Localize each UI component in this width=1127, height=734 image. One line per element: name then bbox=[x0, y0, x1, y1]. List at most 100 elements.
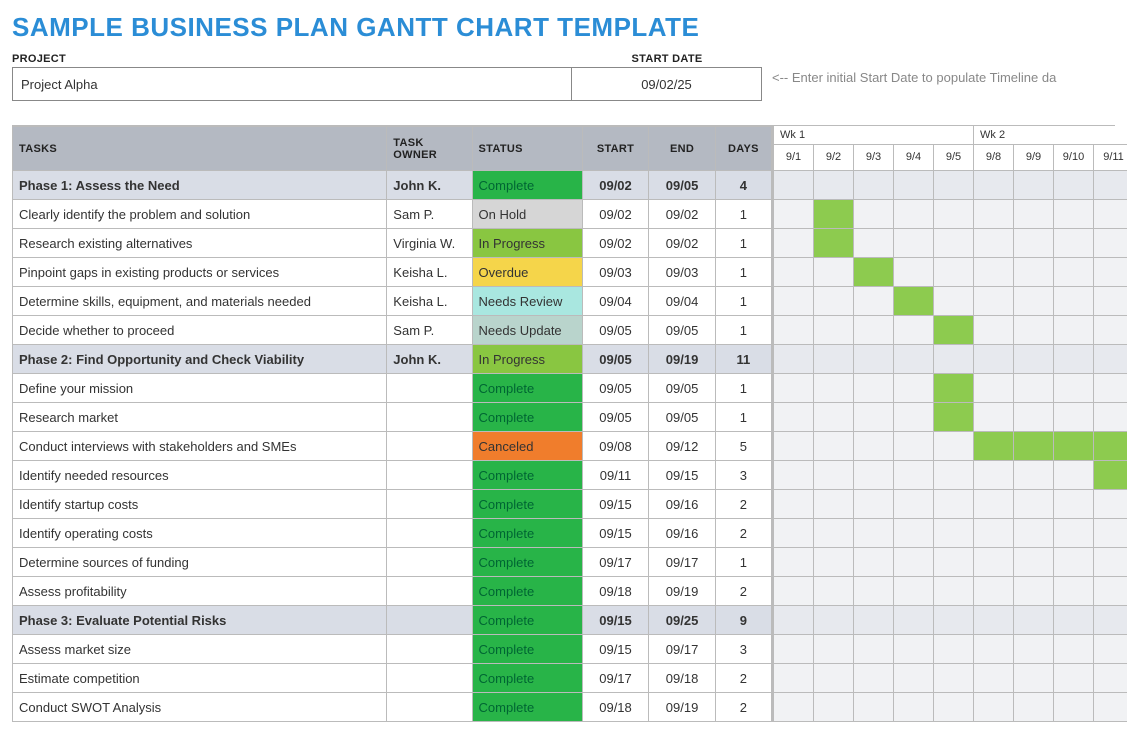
task-owner-cell[interactable] bbox=[387, 664, 472, 693]
task-start-cell[interactable]: 09/18 bbox=[582, 693, 649, 722]
task-row[interactable]: Determine sources of fundingComplete09/1… bbox=[13, 548, 772, 577]
task-end-cell[interactable]: 09/05 bbox=[649, 171, 716, 200]
phase-row[interactable]: Phase 3: Evaluate Potential RisksComplet… bbox=[13, 606, 772, 635]
task-name-cell[interactable]: Decide whether to proceed bbox=[13, 316, 387, 345]
task-row[interactable]: Determine skills, equipment, and materia… bbox=[13, 287, 772, 316]
task-status-cell[interactable]: Complete bbox=[472, 635, 582, 664]
task-owner-cell[interactable] bbox=[387, 519, 472, 548]
task-start-cell[interactable]: 09/03 bbox=[582, 258, 649, 287]
task-status-cell[interactable]: Complete bbox=[472, 461, 582, 490]
task-status-cell[interactable]: Complete bbox=[472, 548, 582, 577]
task-name-cell[interactable]: Pinpoint gaps in existing products or se… bbox=[13, 258, 387, 287]
task-status-cell[interactable]: Complete bbox=[472, 519, 582, 548]
task-row[interactable]: Research marketComplete09/0509/051 bbox=[13, 403, 772, 432]
task-owner-cell[interactable] bbox=[387, 461, 472, 490]
task-end-cell[interactable]: 09/05 bbox=[649, 374, 716, 403]
task-status-cell[interactable]: Complete bbox=[472, 693, 582, 722]
task-start-cell[interactable]: 09/02 bbox=[582, 171, 649, 200]
task-name-cell[interactable]: Conduct interviews with stakeholders and… bbox=[13, 432, 387, 461]
task-end-cell[interactable]: 09/19 bbox=[649, 345, 716, 374]
task-status-cell[interactable]: Complete bbox=[472, 606, 582, 635]
task-start-cell[interactable]: 09/08 bbox=[582, 432, 649, 461]
task-end-cell[interactable]: 09/12 bbox=[649, 432, 716, 461]
task-owner-cell[interactable] bbox=[387, 548, 472, 577]
task-owner-cell[interactable] bbox=[387, 635, 472, 664]
task-name-cell[interactable]: Estimate competition bbox=[13, 664, 387, 693]
task-owner-cell[interactable] bbox=[387, 577, 472, 606]
task-row[interactable]: Assess market sizeComplete09/1509/173 bbox=[13, 635, 772, 664]
task-start-cell[interactable]: 09/05 bbox=[582, 403, 649, 432]
task-owner-cell[interactable] bbox=[387, 490, 472, 519]
task-status-cell[interactable]: Needs Review bbox=[472, 287, 582, 316]
startdate-cell[interactable]: 09/02/25 bbox=[572, 67, 762, 101]
task-days-cell[interactable]: 4 bbox=[715, 171, 771, 200]
task-start-cell[interactable]: 09/04 bbox=[582, 287, 649, 316]
task-owner-cell[interactable] bbox=[387, 606, 472, 635]
task-name-cell[interactable]: Determine sources of funding bbox=[13, 548, 387, 577]
task-end-cell[interactable]: 09/17 bbox=[649, 635, 716, 664]
task-end-cell[interactable]: 09/02 bbox=[649, 200, 716, 229]
task-days-cell[interactable]: 5 bbox=[715, 432, 771, 461]
task-status-cell[interactable]: On Hold bbox=[472, 200, 582, 229]
task-start-cell[interactable]: 09/02 bbox=[582, 229, 649, 258]
task-end-cell[interactable]: 09/25 bbox=[649, 606, 716, 635]
task-days-cell[interactable]: 1 bbox=[715, 258, 771, 287]
task-name-cell[interactable]: Assess profitability bbox=[13, 577, 387, 606]
task-status-cell[interactable]: Canceled bbox=[472, 432, 582, 461]
task-start-cell[interactable]: 09/17 bbox=[582, 664, 649, 693]
task-days-cell[interactable]: 3 bbox=[715, 635, 771, 664]
task-row[interactable]: Pinpoint gaps in existing products or se… bbox=[13, 258, 772, 287]
task-status-cell[interactable]: Complete bbox=[472, 171, 582, 200]
task-days-cell[interactable]: 3 bbox=[715, 461, 771, 490]
task-owner-cell[interactable]: Sam P. bbox=[387, 200, 472, 229]
task-name-cell[interactable]: Identify needed resources bbox=[13, 461, 387, 490]
task-row[interactable]: Estimate competitionComplete09/1709/182 bbox=[13, 664, 772, 693]
task-owner-cell[interactable] bbox=[387, 432, 472, 461]
task-row[interactable]: Clearly identify the problem and solutio… bbox=[13, 200, 772, 229]
task-start-cell[interactable]: 09/18 bbox=[582, 577, 649, 606]
task-owner-cell[interactable]: Virginia W. bbox=[387, 229, 472, 258]
task-days-cell[interactable]: 1 bbox=[715, 374, 771, 403]
task-start-cell[interactable]: 09/15 bbox=[582, 519, 649, 548]
task-status-cell[interactable]: Complete bbox=[472, 577, 582, 606]
task-end-cell[interactable]: 09/04 bbox=[649, 287, 716, 316]
task-end-cell[interactable]: 09/18 bbox=[649, 664, 716, 693]
task-name-cell[interactable]: Identify startup costs bbox=[13, 490, 387, 519]
task-name-cell[interactable]: Phase 1: Assess the Need bbox=[13, 171, 387, 200]
task-name-cell[interactable]: Determine skills, equipment, and materia… bbox=[13, 287, 387, 316]
task-status-cell[interactable]: Complete bbox=[472, 374, 582, 403]
task-row[interactable]: Conduct interviews with stakeholders and… bbox=[13, 432, 772, 461]
phase-row[interactable]: Phase 1: Assess the NeedJohn K.Complete0… bbox=[13, 171, 772, 200]
project-name-cell[interactable]: Project Alpha bbox=[12, 67, 572, 101]
task-owner-cell[interactable] bbox=[387, 403, 472, 432]
task-end-cell[interactable]: 09/05 bbox=[649, 403, 716, 432]
task-days-cell[interactable]: 1 bbox=[715, 287, 771, 316]
task-owner-cell[interactable]: John K. bbox=[387, 345, 472, 374]
task-row[interactable]: Conduct SWOT AnalysisComplete09/1809/192 bbox=[13, 693, 772, 722]
task-end-cell[interactable]: 09/03 bbox=[649, 258, 716, 287]
task-name-cell[interactable]: Identify operating costs bbox=[13, 519, 387, 548]
task-start-cell[interactable]: 09/15 bbox=[582, 490, 649, 519]
task-row[interactable]: Assess profitabilityComplete09/1809/192 bbox=[13, 577, 772, 606]
task-end-cell[interactable]: 09/16 bbox=[649, 519, 716, 548]
task-end-cell[interactable]: 09/16 bbox=[649, 490, 716, 519]
task-days-cell[interactable]: 2 bbox=[715, 664, 771, 693]
task-name-cell[interactable]: Assess market size bbox=[13, 635, 387, 664]
task-end-cell[interactable]: 09/02 bbox=[649, 229, 716, 258]
task-name-cell[interactable]: Define your mission bbox=[13, 374, 387, 403]
task-days-cell[interactable]: 1 bbox=[715, 403, 771, 432]
task-days-cell[interactable]: 1 bbox=[715, 316, 771, 345]
task-name-cell[interactable]: Phase 2: Find Opportunity and Check Viab… bbox=[13, 345, 387, 374]
task-name-cell[interactable]: Conduct SWOT Analysis bbox=[13, 693, 387, 722]
task-owner-cell[interactable]: Keisha L. bbox=[387, 258, 472, 287]
task-start-cell[interactable]: 09/05 bbox=[582, 316, 649, 345]
task-days-cell[interactable]: 2 bbox=[715, 519, 771, 548]
task-name-cell[interactable]: Clearly identify the problem and solutio… bbox=[13, 200, 387, 229]
task-end-cell[interactable]: 09/17 bbox=[649, 548, 716, 577]
task-start-cell[interactable]: 09/17 bbox=[582, 548, 649, 577]
task-days-cell[interactable]: 2 bbox=[715, 577, 771, 606]
task-status-cell[interactable]: Complete bbox=[472, 403, 582, 432]
task-days-cell[interactable]: 1 bbox=[715, 200, 771, 229]
task-name-cell[interactable]: Research market bbox=[13, 403, 387, 432]
task-owner-cell[interactable]: Keisha L. bbox=[387, 287, 472, 316]
